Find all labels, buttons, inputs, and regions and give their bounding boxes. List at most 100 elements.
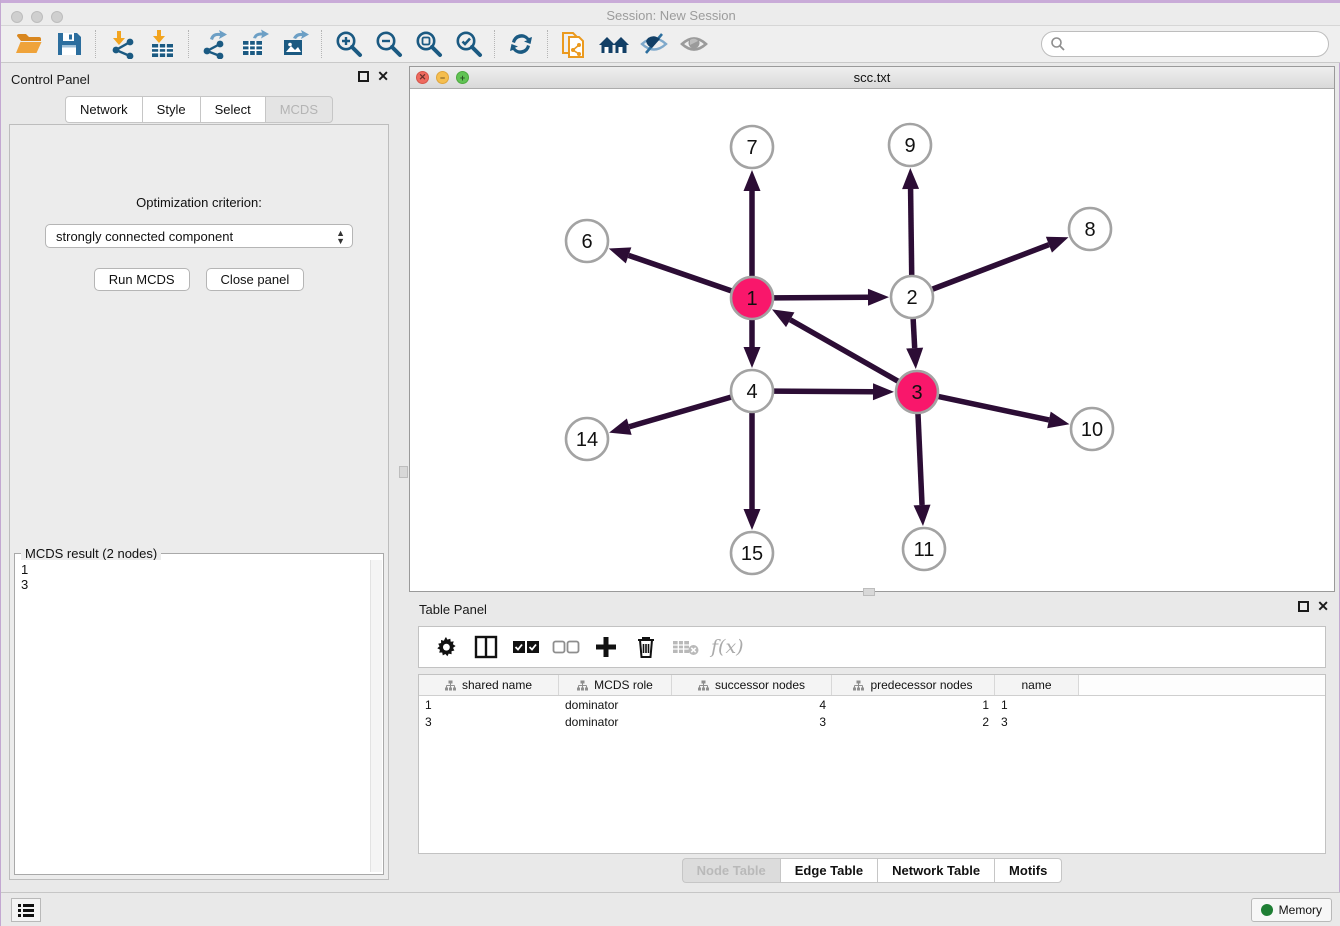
export-network-icon[interactable] [195, 28, 235, 60]
export-table-icon[interactable] [235, 28, 275, 60]
column-header-shared-name[interactable]: shared name [419, 675, 559, 695]
graph-node-4[interactable]: 4 [731, 370, 773, 412]
close-panel-button[interactable]: Close panel [206, 268, 305, 291]
svg-text:9: 9 [904, 135, 915, 157]
split-column-icon[interactable] [471, 632, 501, 662]
edge-1-2[interactable] [773, 297, 868, 298]
tab-network-table[interactable]: Network Table [877, 858, 994, 883]
function-builder-icon[interactable]: f(x) [711, 636, 744, 658]
column-header-successor-nodes[interactable]: successor nodes [672, 675, 832, 695]
table-row[interactable]: 3dominator323 [419, 713, 1325, 730]
application-window: Session: New Session [0, 0, 1340, 926]
search-input[interactable] [1072, 37, 1320, 51]
svg-text:7: 7 [746, 137, 757, 159]
graph-node-1[interactable]: 1 [731, 277, 773, 319]
home-pages-icon[interactable] [594, 28, 634, 60]
copy-network-icon[interactable] [554, 28, 594, 60]
control-panel-title: Control Panel [11, 72, 90, 87]
tab-edge-table[interactable]: Edge Table [780, 858, 877, 883]
float-table-panel-icon[interactable] [1298, 601, 1309, 612]
show-hide-eye-icon[interactable] [674, 28, 714, 60]
import-network-icon[interactable] [102, 28, 142, 60]
graph-node-11[interactable]: 11 [903, 528, 945, 570]
zoom-out-icon[interactable] [368, 28, 408, 60]
graph-node-3[interactable]: 3 [896, 371, 938, 413]
search-box[interactable] [1041, 31, 1329, 57]
network-maximize-icon[interactable]: + [456, 71, 469, 84]
edge-2-8[interactable] [932, 245, 1049, 290]
network-view-title: scc.txt [410, 67, 1334, 85]
network-close-icon[interactable]: ✕ [416, 71, 429, 84]
graph-node-15[interactable]: 15 [731, 532, 773, 574]
network-view-titlebar[interactable]: ✕ − + scc.txt [410, 67, 1334, 89]
graph-node-8[interactable]: 8 [1069, 208, 1111, 250]
gear-icon[interactable] [431, 632, 461, 662]
delete-table-icon[interactable] [671, 632, 701, 662]
graph-node-6[interactable]: 6 [566, 220, 608, 262]
clear-checkboxes-icon[interactable] [551, 632, 581, 662]
add-column-icon[interactable] [591, 632, 621, 662]
vertical-splitter-grip[interactable] [399, 466, 408, 478]
svg-text:4: 4 [746, 381, 757, 403]
import-table-icon[interactable] [142, 28, 182, 60]
table-cell: dominator [559, 715, 672, 729]
delete-column-icon[interactable] [631, 632, 661, 662]
save-session-icon[interactable] [49, 28, 89, 60]
select-all-checkboxes-icon[interactable] [511, 632, 541, 662]
graph-node-7[interactable]: 7 [731, 126, 773, 168]
mcds-panel: Optimization criterion: strongly connect… [9, 124, 389, 880]
toolbar-separator [321, 30, 322, 58]
zoom-fit-icon[interactable] [408, 28, 448, 60]
graph-node-2[interactable]: 2 [891, 276, 933, 318]
zoom-in-icon[interactable] [328, 28, 368, 60]
edge-1-6[interactable] [629, 255, 733, 291]
graph-node-14[interactable]: 14 [566, 418, 608, 460]
tab-mcds[interactable]: MCDS [265, 96, 333, 123]
tab-style[interactable]: Style [142, 96, 200, 123]
run-mcds-button[interactable]: Run MCDS [94, 268, 190, 291]
edge-3-11[interactable] [918, 413, 922, 505]
column-header-MCDS-role[interactable]: MCDS role [559, 675, 672, 695]
edge-4-14[interactable] [629, 397, 732, 427]
memory-status-icon [1261, 904, 1273, 916]
tab-node-table[interactable]: Node Table [682, 858, 780, 883]
edge-3-10[interactable] [938, 396, 1049, 420]
open-session-icon[interactable] [9, 28, 49, 60]
tab-network[interactable]: Network [65, 96, 142, 123]
result-scrollbar[interactable] [370, 560, 382, 872]
export-image-icon[interactable] [275, 28, 315, 60]
mcds-result-list[interactable]: 1 3 [17, 560, 369, 872]
column-header-name[interactable]: name [995, 675, 1079, 695]
svg-text:8: 8 [1084, 219, 1095, 241]
optimization-criterion-select[interactable]: strongly connected component ▲▼ [45, 224, 353, 248]
edge-2-3[interactable] [913, 318, 915, 348]
network-canvas[interactable]: 7 9 6 8 1 2 4 3 14 10 15 11 [410, 89, 1334, 591]
task-history-button[interactable] [11, 898, 41, 922]
edge-4-3[interactable] [773, 391, 873, 392]
tab-motifs[interactable]: Motifs [994, 858, 1062, 883]
edge-3-1[interactable] [790, 320, 899, 382]
horizontal-splitter-grip[interactable] [863, 588, 875, 596]
float-panel-icon[interactable] [358, 71, 369, 82]
graph-node-10[interactable]: 10 [1071, 408, 1113, 450]
column-header-predecessor-nodes[interactable]: predecessor nodes [832, 675, 995, 695]
close-panel-icon[interactable]: ✕ [377, 71, 389, 82]
table-cell: 2 [832, 715, 995, 729]
svg-text:10: 10 [1081, 419, 1103, 441]
svg-text:14: 14 [576, 429, 598, 451]
show-hide-graphics-icon[interactable] [634, 28, 674, 60]
close-table-panel-icon[interactable]: ✕ [1317, 601, 1329, 612]
table-cell: 3 [419, 715, 559, 729]
network-view-window: ✕ − + scc.txt 7 9 6 8 1 2 4 3 14 10 15 11 [409, 66, 1335, 592]
network-minimize-icon[interactable]: − [436, 71, 449, 84]
svg-text:1: 1 [746, 288, 757, 310]
tab-select[interactable]: Select [200, 96, 265, 123]
table-tabs: Node TableEdge TableNetwork TableMotifs [409, 858, 1335, 883]
graph-node-9[interactable]: 9 [889, 124, 931, 166]
edge-2-9[interactable] [911, 189, 912, 276]
memory-button[interactable]: Memory [1251, 898, 1332, 922]
node-table[interactable]: shared nameMCDS rolesuccessor nodesprede… [418, 674, 1326, 854]
table-row[interactable]: 1dominator411 [419, 696, 1325, 713]
refresh-layout-icon[interactable] [501, 28, 541, 60]
zoom-selected-icon[interactable] [448, 28, 488, 60]
